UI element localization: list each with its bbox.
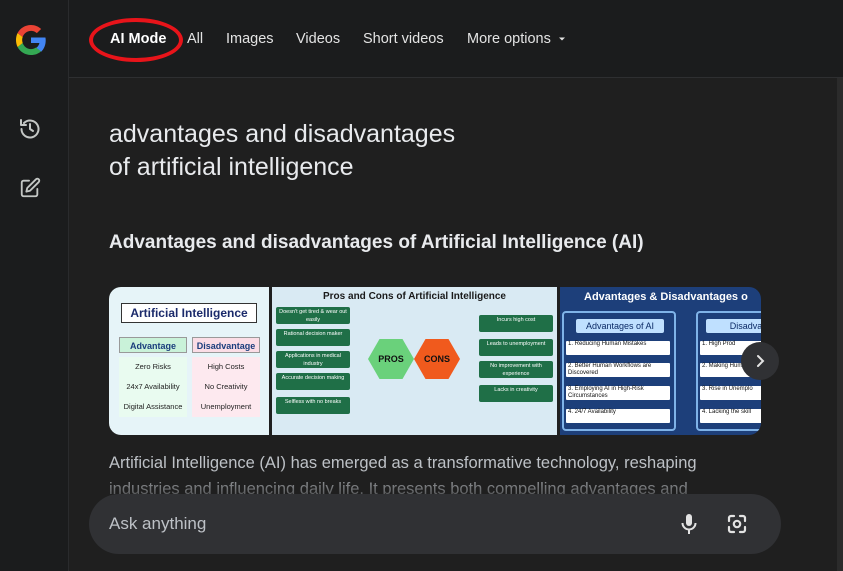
image-carousel: Artificial Intelligence Advantage Zero R… xyxy=(109,287,761,435)
image-2-pros-hex: PROS xyxy=(368,339,414,379)
image-1-advantage-column: Advantage Zero Risks 24x7 Availability D… xyxy=(119,337,187,417)
carousel-next-button[interactable] xyxy=(741,342,779,380)
query-line-1: advantages and disadvantages xyxy=(109,120,456,148)
tab-short-videos[interactable]: Short videos xyxy=(363,31,444,47)
ask-input-box[interactable]: Ask anything xyxy=(89,494,781,554)
tab-videos[interactable]: Videos xyxy=(296,31,340,47)
image-1-dis-item: High Costs xyxy=(192,357,260,377)
image-2-title: Pros and Cons of Artificial Intelligence xyxy=(323,291,506,302)
carousel-image-1[interactable]: Artificial Intelligence Advantage Zero R… xyxy=(109,287,269,435)
image-2-con-item: Lacks in creativity xyxy=(479,385,553,402)
main-content: advantages and disadvantages of artifici… xyxy=(69,78,843,571)
new-chat-edit-icon xyxy=(20,177,41,198)
image-2-con-item: Leads to unemployment xyxy=(479,339,553,356)
more-options-dropdown[interactable]: More options xyxy=(467,31,567,47)
new-chat-button[interactable] xyxy=(14,172,46,204)
image-2-pro-item: Applications in medical industry xyxy=(276,351,350,368)
image-3-advantages-panel: Advantages of AI 1. Reducing Human Mista… xyxy=(562,311,676,431)
image-1-dis-item: No Creativity xyxy=(192,377,260,397)
tab-images[interactable]: Images xyxy=(226,31,274,47)
image-2-pro-item: Doesn't get tired & wear out easily xyxy=(276,307,350,324)
image-3-title: Advantages & Disadvantages o xyxy=(584,291,748,303)
microphone-icon[interactable] xyxy=(677,512,701,536)
scrollbar[interactable] xyxy=(837,78,843,571)
image-1-dis-item: Unemployment xyxy=(192,397,260,417)
image-1-title: Artificial Intelligence xyxy=(121,303,257,323)
caret-down-icon xyxy=(558,37,565,41)
top-nav-bar: AI Mode All Images Videos Short videos M… xyxy=(69,0,843,78)
ask-input-placeholder[interactable]: Ask anything xyxy=(109,514,206,534)
google-lens-icon[interactable] xyxy=(725,512,749,536)
query-title: advantages and disadvantages of artifici… xyxy=(109,118,529,184)
image-2-pro-item: Accurate decision making xyxy=(276,373,350,390)
image-3-left-item: 1. Reducing Human Mistakes xyxy=(566,341,670,355)
image-3-left-head: Advantages of AI xyxy=(576,319,664,333)
image-2-con-item: No improvement with experience xyxy=(479,361,553,378)
image-1-advantage-head: Advantage xyxy=(119,337,187,353)
image-3-right-item: 4. Lacking the skill xyxy=(700,409,761,423)
carousel-image-3[interactable]: Advantages & Disadvantages o Advantages … xyxy=(560,287,761,435)
history-button[interactable] xyxy=(14,113,46,145)
google-g-logo[interactable] xyxy=(13,22,49,58)
image-1-adv-item: 24x7 Availability xyxy=(119,377,187,397)
image-2-cons-hex: CONS xyxy=(414,339,460,379)
image-3-left-item: 2. Better Human Workflows are Discovered xyxy=(566,363,670,377)
image-3-right-item: 3. Rise in Unemplo xyxy=(700,386,761,400)
image-3-right-head: Disadva xyxy=(706,319,761,333)
query-line-2: of artificial intelligence xyxy=(109,153,354,181)
carousel-image-2[interactable]: Pros and Cons of Artificial Intelligence… xyxy=(272,287,557,435)
sidebar xyxy=(0,0,69,571)
image-2-con-item: Incurs high cost xyxy=(479,315,553,332)
more-options-label: More options xyxy=(467,31,551,47)
tab-all[interactable]: All xyxy=(187,31,203,47)
image-2-pro-item: Selfless with no breaks xyxy=(276,397,350,414)
image-1-adv-item: Zero Risks xyxy=(119,357,187,377)
image-1-adv-item: Digital Assistance xyxy=(119,397,187,417)
chevron-right-icon xyxy=(757,355,765,367)
image-2-pro-item: Rational decision maker xyxy=(276,329,350,346)
ai-mode-highlight-circle xyxy=(89,18,183,62)
result-heading: Advantages and disadvantages of Artifici… xyxy=(109,232,644,253)
image-3-left-item: 3. Employing AI in High-Risk Circumstanc… xyxy=(566,386,670,400)
image-1-disadvantage-head: Disadvantage xyxy=(192,337,260,353)
image-3-left-item: 4. 24/7 Availability xyxy=(566,409,670,423)
history-icon xyxy=(20,119,40,139)
image-1-disadvantage-column: Disadvantage High Costs No Creativity Un… xyxy=(192,337,260,417)
